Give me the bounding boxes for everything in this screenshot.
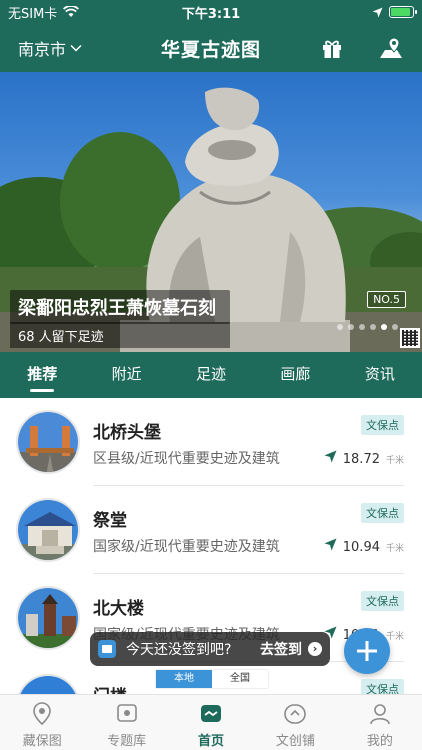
signin-button[interactable]: 去签到 › — [260, 639, 322, 659]
nav-heritage-map[interactable]: 藏保图 — [0, 695, 84, 750]
list-item[interactable]: 祭堂 国家级/近现代重要史迹及建筑 文保点 10.94 千米 — [0, 486, 422, 574]
site-tag: 文保点 — [361, 503, 404, 523]
carousel-dot[interactable] — [359, 324, 365, 330]
navigation-arrow-icon — [324, 538, 337, 551]
signin-text: 今天还没签到吧? — [126, 642, 232, 658]
banner-title: 梁鄱阳忠烈王萧恢墓石刻 — [10, 290, 230, 324]
gift-icon — [323, 40, 341, 58]
qr-code-icon[interactable] — [400, 328, 420, 348]
nav-label: 藏保图 — [22, 734, 62, 749]
nav-home[interactable]: 首页 — [169, 695, 253, 750]
site-name: 门楼 — [93, 682, 127, 694]
scope-toggle: 本地 全国 — [156, 670, 268, 688]
profile-icon — [367, 701, 393, 727]
distance-unit: 千米 — [385, 544, 404, 554]
library-icon — [114, 701, 140, 727]
map-marker-icon — [29, 701, 55, 727]
gift-button[interactable] — [316, 32, 348, 64]
tab-nearby[interactable]: 附近 — [84, 352, 168, 398]
plus-icon — [357, 641, 377, 661]
tab-gallery[interactable]: 画廊 — [253, 352, 337, 398]
carousel-dot[interactable] — [381, 324, 387, 330]
site-thumbnail — [16, 410, 80, 474]
nav-profile[interactable]: 我的 — [338, 695, 422, 750]
distance-unit: 千米 — [385, 456, 404, 466]
signin-prompt[interactable]: 今天还没签到吧? 去签到 › — [90, 632, 330, 666]
city-label: 南京市 — [18, 40, 67, 59]
carousel-dot[interactable] — [370, 324, 376, 330]
content-tabs: 推荐 附近 足迹 画廊 资讯 — [0, 352, 422, 398]
site-tag: 文保点 — [361, 591, 404, 611]
navigation-arrow-icon — [324, 450, 337, 463]
tab-news[interactable]: 资讯 — [338, 352, 422, 398]
site-thumbnail — [16, 586, 80, 650]
list-item[interactable]: 北桥头堡 区县级/近现代重要史迹及建筑 文保点 18.72 千米 — [0, 398, 422, 486]
chevron-down-icon — [70, 44, 82, 52]
distance-value: 18.72 — [342, 452, 380, 467]
carousel-dot[interactable] — [392, 324, 398, 330]
scope-national[interactable]: 全国 — [212, 670, 268, 688]
status-bar: 无SIM卡 下午3:11 — [0, 0, 422, 24]
site-name: 北桥头堡 — [93, 423, 161, 443]
carousel-dot[interactable] — [337, 324, 343, 330]
site-distance: 18.72 千米 — [324, 450, 404, 467]
clock: 下午3:11 — [181, 6, 241, 22]
nearby-map-button[interactable] — [375, 32, 407, 64]
site-tag: 文保点 — [361, 679, 404, 694]
carousel-dot[interactable] — [348, 324, 354, 330]
site-tag: 文保点 — [361, 415, 404, 435]
add-button[interactable] — [344, 628, 390, 674]
city-selector[interactable]: 南京市 — [18, 24, 82, 72]
tab-recommend[interactable]: 推荐 — [0, 352, 84, 398]
scope-local[interactable]: 本地 — [156, 670, 212, 688]
nav-label: 我的 — [366, 734, 393, 749]
site-distance: 10.94 千米 — [324, 538, 404, 555]
site-category: 区县级/近现代重要史迹及建筑 — [93, 451, 280, 467]
map-pin-icon — [380, 37, 402, 58]
home-icon — [198, 701, 224, 727]
tab-footprints[interactable]: 足迹 — [169, 352, 253, 398]
nav-topics[interactable]: 专题库 — [84, 695, 168, 750]
nav-label: 文创铺 — [275, 734, 315, 749]
featured-banner[interactable]: 梁鄱阳忠烈王萧恢墓石刻 68 人留下足迹 NO.5 — [0, 72, 422, 352]
carousel-indicator — [337, 324, 398, 330]
bottom-nav: 藏保图 专题库 首页 文创铺 我的 — [0, 694, 422, 750]
site-thumbnail — [16, 674, 80, 694]
signin-button-label: 去签到 — [260, 642, 302, 658]
site-category: 国家级/近现代重要史迹及建筑 — [93, 539, 280, 555]
chevron-right-icon: › — [308, 642, 322, 656]
shop-icon — [282, 701, 308, 727]
distance-unit: 千米 — [385, 632, 404, 642]
site-thumbnail — [16, 498, 80, 562]
app-header: 南京市 华夏古迹图 — [0, 24, 422, 72]
rank-badge: NO.5 — [367, 291, 406, 308]
calendar-icon — [98, 640, 116, 658]
banner-footprints: 68 人留下足迹 — [10, 322, 230, 348]
nav-label: 专题库 — [107, 734, 147, 749]
site-name: 祭堂 — [93, 511, 127, 531]
nav-shop[interactable]: 文创铺 — [253, 695, 337, 750]
site-name: 北大楼 — [93, 599, 144, 619]
battery-icon — [389, 6, 417, 18]
nav-label: 首页 — [198, 734, 225, 749]
distance-value: 10.94 — [342, 540, 380, 555]
